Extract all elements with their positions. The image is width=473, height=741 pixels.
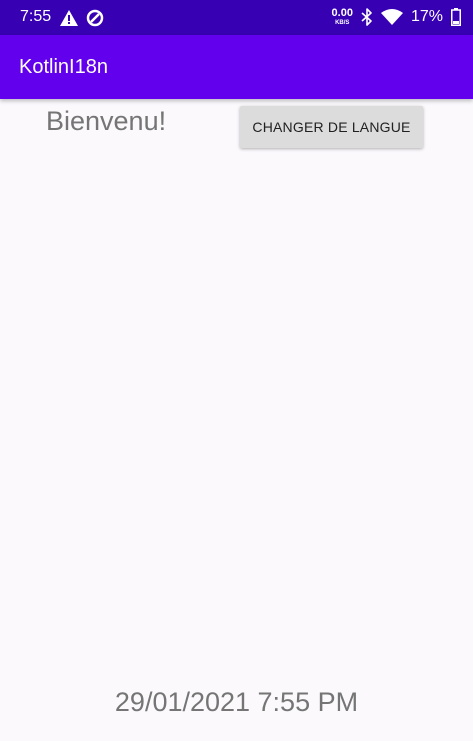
network-speed-value: 0.00 bbox=[331, 7, 353, 19]
battery-percent: 17% bbox=[410, 8, 443, 25]
status-time: 7:55 bbox=[20, 8, 52, 25]
bluetooth-icon bbox=[361, 8, 373, 26]
app-bar: KotlinI18n bbox=[0, 35, 473, 99]
change-language-button[interactable]: CHANGER DE LANGUE bbox=[240, 106, 423, 148]
battery-icon bbox=[451, 8, 461, 26]
datetime-text: 29/01/2021 7:55 PM bbox=[114, 687, 359, 717]
status-bar: 7:55 0.00 KB/S 17% bbox=[0, 0, 473, 35]
network-speed: 0.00 KB/S bbox=[331, 7, 353, 27]
status-notification-icons bbox=[60, 8, 104, 28]
app-title: KotlinI18n bbox=[19, 56, 108, 78]
status-system-icons: 0.00 KB/S 17% bbox=[332, 5, 461, 29]
wifi-icon bbox=[380, 9, 403, 25]
welcome-text: Bienvenu! bbox=[46, 106, 167, 136]
network-speed-unit: KB/S bbox=[335, 20, 350, 26]
warning-icon bbox=[60, 10, 78, 26]
data-saver-icon bbox=[86, 9, 104, 27]
